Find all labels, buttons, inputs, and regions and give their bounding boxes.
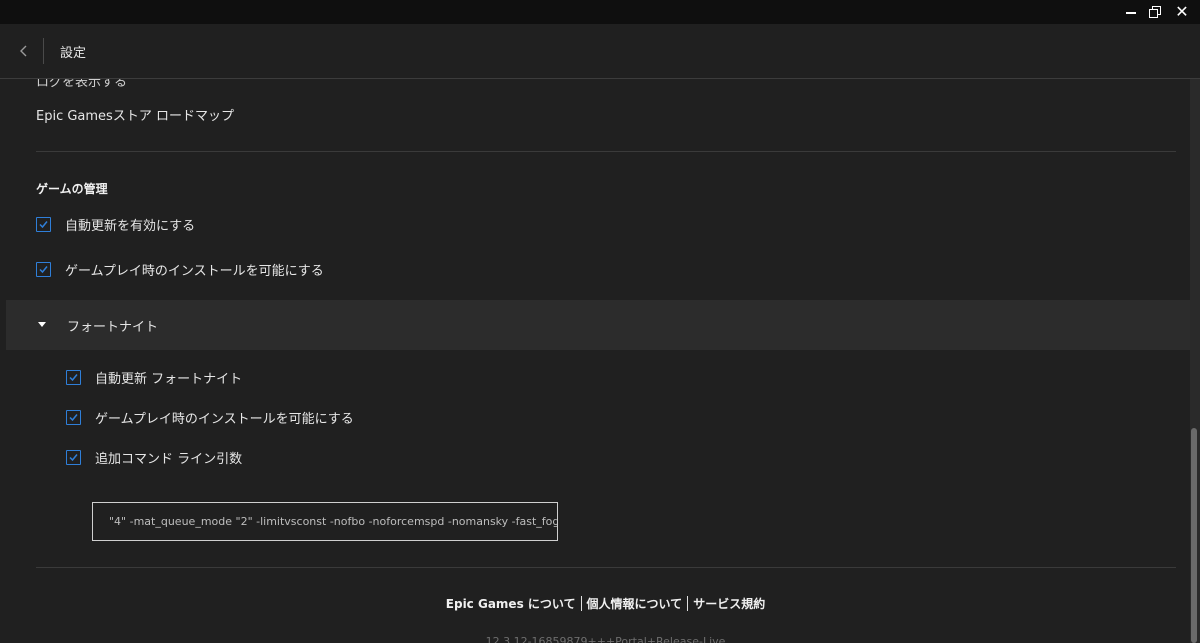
minimize-icon[interactable] bbox=[1122, 4, 1140, 20]
window-title-bar: ✕ bbox=[0, 0, 1200, 24]
checkbox[interactable] bbox=[66, 369, 81, 385]
checkbox[interactable] bbox=[36, 216, 51, 232]
restore-icon[interactable] bbox=[1145, 4, 1163, 20]
privacy-link[interactable]: 個人情報について bbox=[587, 597, 683, 611]
store-roadmap-link[interactable]: Epic Gamesストア ロードマップ bbox=[36, 105, 234, 124]
footer-separator bbox=[687, 596, 689, 611]
install-during-play-checkbox-row[interactable]: ゲームプレイ時のインストールを可能にする bbox=[36, 259, 324, 279]
page-title: 設定 bbox=[60, 46, 87, 61]
settings-content[interactable]: ログを表示する Epic Gamesストア ロードマップ ゲームの管理 自動更新… bbox=[0, 79, 1190, 643]
page-header: 設定 bbox=[0, 24, 1200, 79]
show-log-option-clipped[interactable]: ログを表示する bbox=[36, 79, 127, 90]
game-auto-update-checkbox-row[interactable]: 自動更新 フォートナイト bbox=[66, 367, 242, 387]
checkbox-label: 自動更新 フォートナイト bbox=[95, 371, 243, 387]
checkbox[interactable] bbox=[66, 409, 81, 425]
check-icon bbox=[39, 265, 48, 273]
chevron-left-icon bbox=[20, 45, 27, 57]
scrollbar-thumb[interactable] bbox=[1191, 428, 1197, 643]
header-divider bbox=[43, 38, 44, 64]
game-name: フォートナイト bbox=[67, 320, 159, 335]
check-icon bbox=[69, 413, 78, 421]
auto-update-checkbox-row[interactable]: 自動更新を有効にする bbox=[36, 214, 195, 234]
checkbox[interactable] bbox=[66, 449, 81, 465]
check-icon bbox=[69, 373, 78, 381]
checkbox-label: ゲームプレイ時のインストールを可能にする bbox=[65, 263, 324, 279]
checkbox-label: ゲームプレイ時のインストールを可能にする bbox=[95, 411, 354, 427]
version-text: 12.3.12-16859879+++Portal+Release-Live bbox=[485, 635, 726, 643]
game-install-during-play-checkbox-row[interactable]: ゲームプレイ時のインストールを可能にする bbox=[66, 407, 354, 427]
checkbox-label: 自動更新を有効にする bbox=[65, 218, 196, 234]
close-icon[interactable]: ✕ bbox=[1173, 4, 1191, 20]
about-epic-link[interactable]: Epic Games について bbox=[446, 597, 576, 611]
footer-links: Epic Games について 個人情報について サービス規約 bbox=[0, 595, 1190, 612]
check-icon bbox=[39, 220, 48, 228]
game-management-title: ゲームの管理 bbox=[36, 182, 108, 196]
checkbox[interactable] bbox=[36, 261, 51, 277]
check-icon bbox=[69, 453, 78, 461]
back-button[interactable] bbox=[14, 40, 34, 62]
command-line-args-input[interactable]: "4" -mat_queue_mode "2" -limitvsconst -n… bbox=[92, 502, 558, 541]
footer-separator bbox=[580, 596, 582, 611]
additional-args-checkbox-row[interactable]: 追加コマンド ライン引数 bbox=[66, 447, 242, 467]
terms-link[interactable]: サービス規約 bbox=[693, 597, 765, 611]
checkbox-label: 追加コマンド ライン引数 bbox=[95, 451, 243, 467]
footer-divider bbox=[36, 567, 1176, 568]
caret-down-icon bbox=[38, 322, 46, 327]
game-expand-row-fortnite[interactable]: フォートナイト bbox=[6, 300, 1190, 350]
section-divider bbox=[36, 151, 1176, 152]
